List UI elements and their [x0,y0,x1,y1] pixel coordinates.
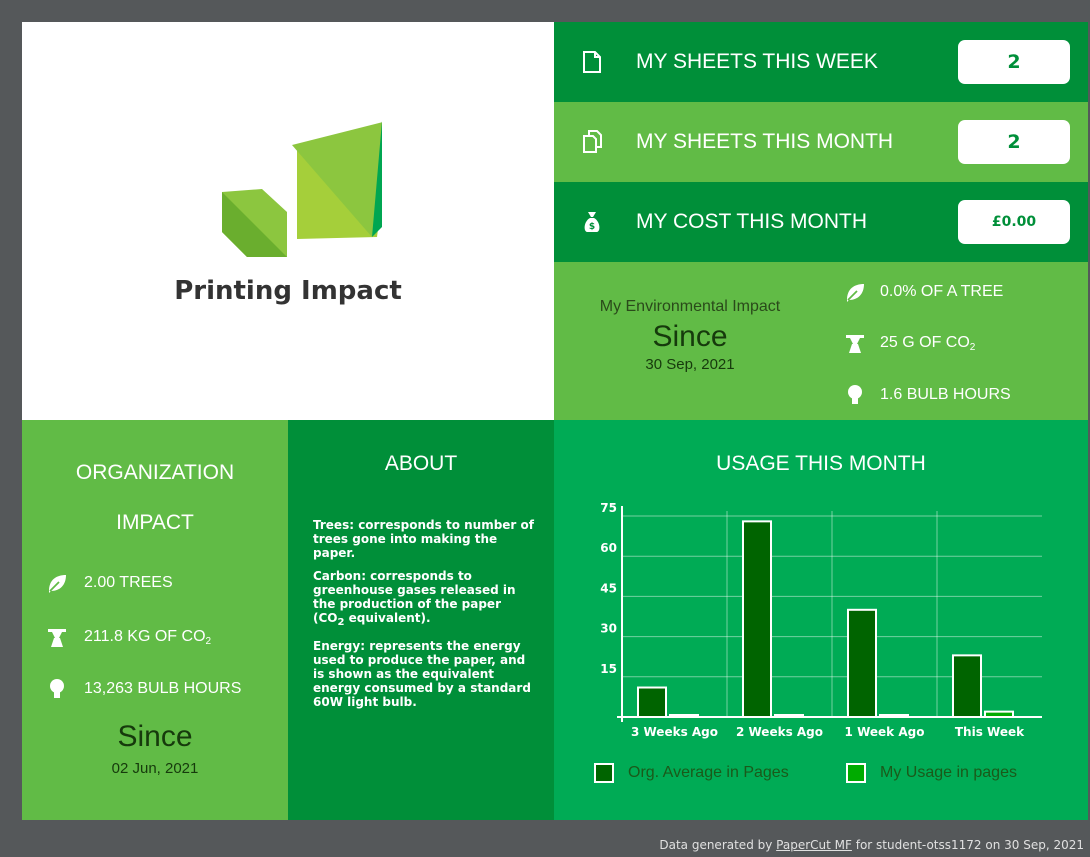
bulb-icon [50,679,64,698]
bar-org-average [847,608,877,718]
bulb-icon [848,385,862,404]
footer: Data generated by PaperCut MF for studen… [659,838,1084,852]
y-tick-label: 30 [600,622,617,636]
env-since-label: Since [652,320,728,353]
bar-org-average [742,520,772,718]
org-since-date: 02 Jun, 2021 [111,760,199,777]
env-item-bulb: 1.6 BULB HOURS [844,380,1011,410]
x-tick-label: 1 Week Ago [845,725,925,739]
org-item-trees: 2.00 TREES [46,568,173,598]
y-tick-label: 60 [600,541,617,555]
x-tick-label: This Week [955,725,1025,739]
org-item-trees-text: 2.00 TREES [84,574,173,591]
money-bag-icon: $ [584,212,600,232]
logo-tile: Printing Impact [22,22,554,420]
stat-row-cost: $ MY COST THIS MONTH £0.00 [554,182,1088,262]
about-carbon: Carbon: corresponds to greenhouse gases … [313,569,516,628]
org-item-bulb: 13,263 BULB HOURS [46,674,241,704]
leaf-icon [847,284,864,302]
legend-swatch-org [594,763,614,783]
env-item-tree: 0.0% OF A TREE [844,277,1003,307]
bar-my-usage [669,714,699,718]
org-item-co2-text: 211.8 KG OF CO2 [84,627,212,647]
org-item-bulb-text: 13,263 BULB HOURS [84,680,242,697]
y-tick-label: 15 [600,662,617,676]
factory-icon [48,629,66,647]
usage-chart: 15 30 45 60 75 3 Weeks Ago 2 Weeks Ago 1 Week A… [600,501,1042,739]
org-since-label: Since [117,720,193,753]
x-tick-label: 2 Weeks Ago [736,725,823,739]
env-since-date: 30 Sep, 2021 [645,356,735,373]
sheet-icon [583,51,601,73]
env-summary: My Environmental Impact Since 30 Sep, 20… [554,298,826,373]
env-item-co2: 25 G OF CO2 [844,328,975,358]
svg-text:$: $ [589,222,595,232]
y-tick-label: 45 [600,581,617,595]
about-body: Trees: corresponds to number of trees go… [313,518,535,718]
stat-label-cost: MY COST THIS MONTH [636,210,868,233]
stat-value-cost: £0.00 [958,200,1070,244]
env-item-co2-text: 25 G OF CO2 [880,333,976,353]
bar-org-average [637,686,667,718]
papercut-link[interactable]: PaperCut MF [776,838,852,852]
about-trees: Trees: corresponds to number of trees go… [313,518,534,560]
env-item-bulb-text: 1.6 BULB HOURS [880,386,1011,403]
about-energy: Energy: represents the energy used to pr… [313,639,531,709]
legend-org-average: Org. Average in Pages [594,763,789,783]
stat-label-week: MY SHEETS THIS WEEK [636,50,878,73]
legend-label-mine: My Usage in pages [880,764,1017,781]
bar-my-usage [984,710,1014,719]
org-title: ORGANIZATION IMPACT [75,461,235,534]
my-environmental-impact: My Environmental Impact Since 30 Sep, 20… [554,262,1088,420]
about-panel: ABOUT Trees: corresponds to number of tr… [288,420,554,820]
bar-org-average [952,654,982,718]
stat-label-month: MY SHEETS THIS MONTH [636,130,894,153]
bar-my-usage [879,714,909,718]
organization-impact: ORGANIZATION IMPACT 2.00 TREES 211.8 KG … [22,420,288,820]
usage-panel: USAGE THIS MONTH 15 30 45 60 75 3 Weeks Ago 2 … [554,420,1088,820]
app-title: Printing Impact [174,276,402,306]
legend-my-usage: My Usage in pages [846,763,1017,783]
bar-my-usage [774,714,804,718]
x-tick-label: 3 Weeks Ago [631,725,718,739]
stat-row-month: MY SHEETS THIS MONTH 2 [554,102,1088,182]
legend-label-org: Org. Average in Pages [628,764,789,781]
legend-swatch-mine [846,763,866,783]
stat-value-month: 2 [958,120,1070,164]
env-heading: My Environmental Impact [599,298,781,315]
org-item-co2: 211.8 KG OF CO2 [46,622,211,652]
env-item-tree-text: 0.0% OF A TREE [880,283,1004,300]
stat-row-week: MY SHEETS THIS WEEK 2 [554,22,1088,102]
leaf-icon [49,575,66,593]
sheets-icon [583,130,602,153]
green-leaves-logo [222,121,382,257]
factory-icon [846,335,864,353]
y-tick-label: 75 [600,501,617,515]
stat-value-week: 2 [958,40,1070,84]
about-title: ABOUT [384,452,458,475]
